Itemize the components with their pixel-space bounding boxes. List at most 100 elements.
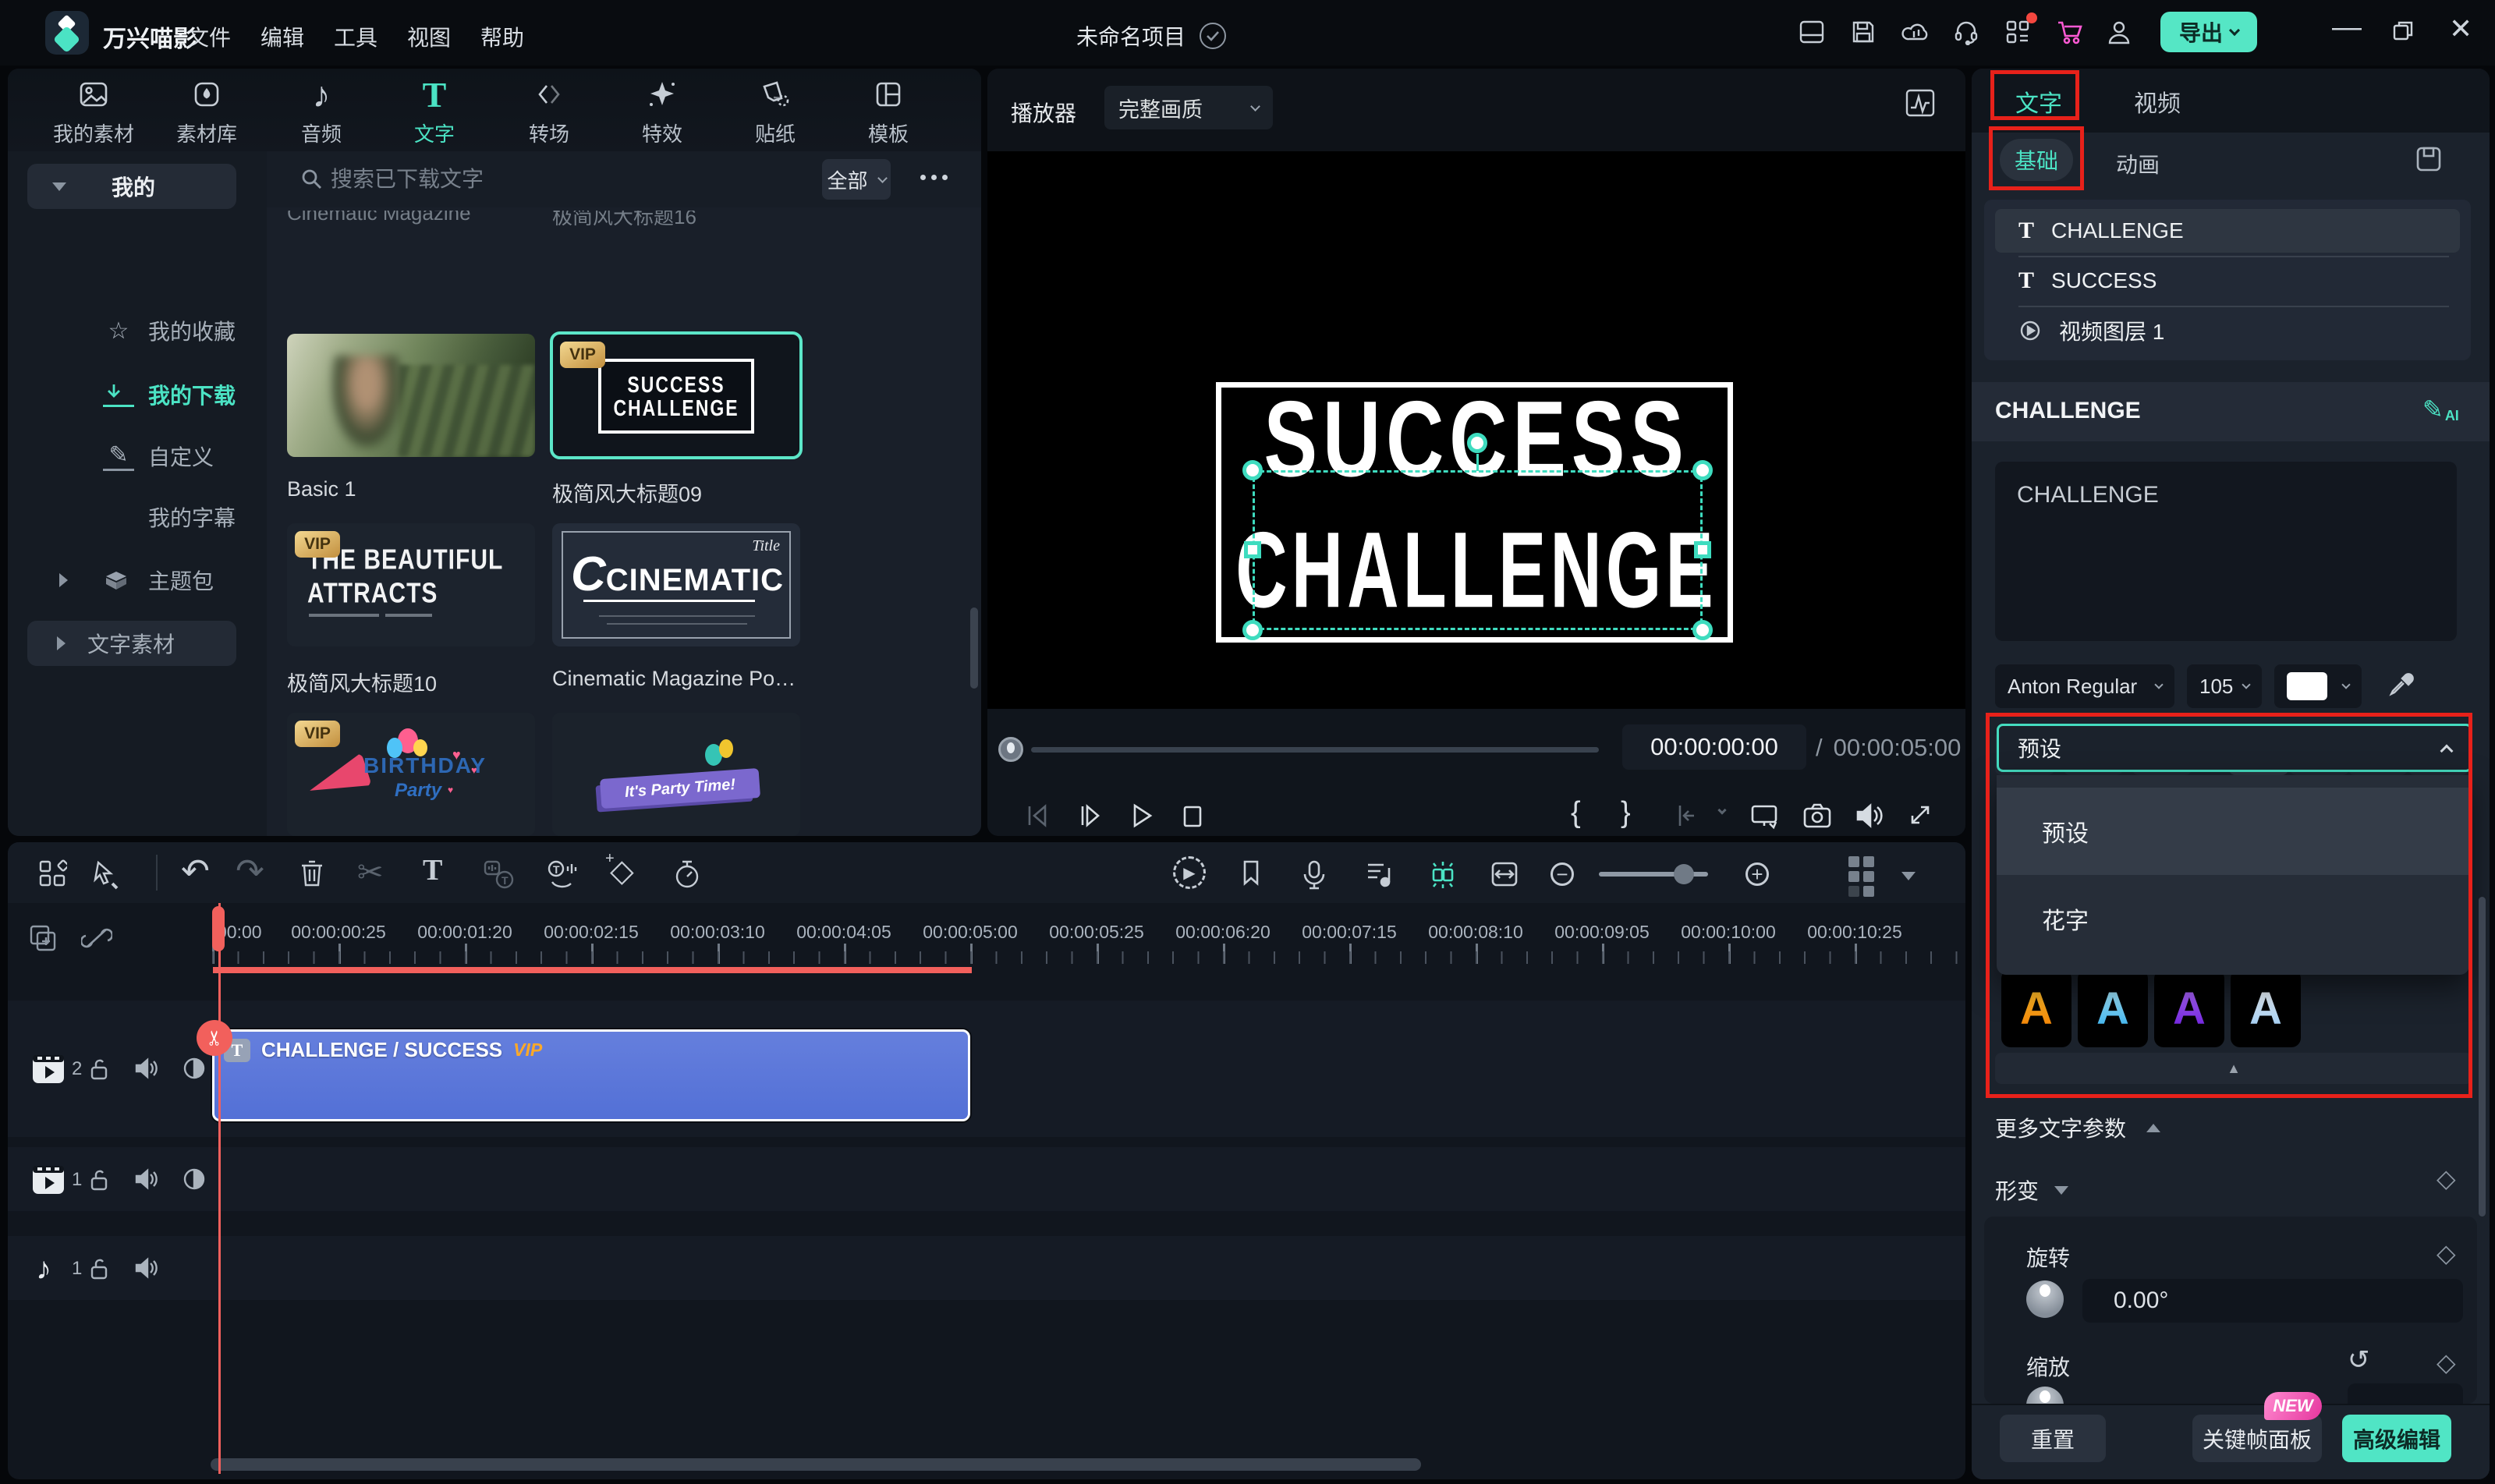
sidebar-group-my[interactable]: 我的 xyxy=(27,164,236,209)
more-options-icon[interactable] xyxy=(920,175,948,180)
card-minimal-title-10[interactable]: THE BEAUTIFULATTRACTS VIP xyxy=(287,523,535,646)
sidebar-item-theme-packs[interactable]: 主题包 xyxy=(8,558,267,602)
inspector-scrollbar[interactable] xyxy=(2479,897,2486,1217)
speech-to-text-icon[interactable]: T xyxy=(482,859,515,890)
marker-icon[interactable] xyxy=(1239,859,1263,890)
save-preset-icon[interactable] xyxy=(2413,143,2444,175)
volume-icon[interactable] xyxy=(1853,801,1884,831)
card-cinematic-magazine[interactable]: Title CCINEMATIC xyxy=(552,523,800,646)
user-account-icon[interactable] xyxy=(2106,19,2134,47)
redo-icon[interactable]: ↷ xyxy=(236,852,264,891)
add-track-icon[interactable] xyxy=(28,923,58,953)
export-button[interactable]: 导出 xyxy=(2160,12,2257,52)
font-family-dropdown[interactable]: Anton Regular xyxy=(1995,664,2174,708)
advanced-edit-button[interactable]: 高级编辑 xyxy=(2342,1415,2451,1462)
track-manager-icon[interactable] xyxy=(1848,856,1874,897)
tab-stickers[interactable]: 贴纸 xyxy=(725,76,826,148)
tab-audio[interactable]: ♪ 音频 xyxy=(271,76,372,148)
playhead-pin[interactable] xyxy=(212,906,225,951)
playhead-line[interactable] xyxy=(218,903,221,1474)
sidebar-item-my-subtitles[interactable]: 我的字幕 xyxy=(8,495,267,539)
filter-dropdown[interactable]: 全部 xyxy=(822,159,891,200)
sidebar-item-text-materials[interactable]: 文字素材 xyxy=(27,621,236,666)
sidebar-item-custom[interactable]: ✎ 自定义 xyxy=(8,434,267,478)
restore-button[interactable] xyxy=(2391,19,2415,42)
transform-section-toggle[interactable]: 形变 xyxy=(1995,1174,2466,1206)
tab-text-properties[interactable]: 文字 xyxy=(2015,84,2062,119)
track-lock-icon[interactable] xyxy=(87,1256,111,1281)
card-birthday-title-04[interactable]: ♥ ♥ ♥ BIRTHDAY Party VIP xyxy=(287,713,535,836)
subtab-basic[interactable]: 基础 xyxy=(2000,139,2073,181)
fullscreen-icon[interactable] xyxy=(1906,801,1934,829)
search-input[interactable] xyxy=(331,162,799,197)
split-scissors-icon[interactable]: ✂ xyxy=(357,855,384,891)
select-tool-icon[interactable] xyxy=(89,859,120,890)
tab-stock-media[interactable]: 素材库 xyxy=(156,76,257,148)
seek-track[interactable] xyxy=(1031,747,1599,753)
keyframe-panel-button[interactable]: 关键帧面板 xyxy=(2192,1415,2322,1462)
reset-button[interactable]: 重置 xyxy=(2000,1415,2106,1462)
menu-help[interactable]: 帮助 xyxy=(480,21,524,52)
support-headset-icon[interactable] xyxy=(1953,19,1981,47)
app-logo-icon[interactable] xyxy=(45,11,89,55)
preset-tile-pale-blue[interactable]: A xyxy=(2231,969,2301,1047)
panel-layout-icon[interactable] xyxy=(1799,19,1827,47)
card-minimal-title-09[interactable]: SUCCESS CHALLENGE VIP xyxy=(552,334,800,457)
stop-button[interactable] xyxy=(1178,801,1207,831)
preset-tile-purple[interactable]: A xyxy=(2154,969,2224,1047)
more-text-params-toggle[interactable]: 更多文字参数 xyxy=(1995,1112,2160,1143)
text-tool-icon[interactable]: T xyxy=(423,853,442,887)
fit-timeline-icon[interactable] xyxy=(1488,859,1521,890)
tab-templates[interactable]: 模板 xyxy=(838,76,939,148)
scale-knob-partial[interactable] xyxy=(2026,1387,2064,1404)
link-clips-icon[interactable] xyxy=(81,923,112,953)
save-icon[interactable] xyxy=(1850,19,1878,47)
apps-grid-icon[interactable] xyxy=(2004,19,2033,47)
track-mute-icon[interactable] xyxy=(133,1055,159,1082)
previous-frame-button[interactable] xyxy=(1023,801,1053,831)
undo-icon[interactable]: ↶ xyxy=(181,852,210,891)
rotate-keyframe-icon[interactable]: ◇ xyxy=(2437,1238,2456,1268)
record-voiceover-icon[interactable] xyxy=(1301,859,1327,891)
playhead-split-button[interactable]: ✂ xyxy=(197,1020,232,1056)
auto-ripple-icon[interactable] xyxy=(1426,859,1460,891)
zoom-in-button[interactable]: + xyxy=(1745,862,1769,886)
timeline-ruler[interactable]: 00:00 00:00:00:25 00:00:01:20 00:00:02:1… xyxy=(212,903,1965,973)
track-visibility-icon[interactable] xyxy=(181,1166,207,1192)
play-button[interactable] xyxy=(1126,801,1156,831)
tab-transitions[interactable]: 转场 xyxy=(498,76,600,148)
text-content-input[interactable]: CHALLENGE xyxy=(1995,462,2457,641)
snapshot-camera-icon[interactable] xyxy=(1802,801,1833,831)
timeline-clip-challenge-success[interactable]: T CHALLENGE / SUCCESS VIP xyxy=(212,1029,970,1121)
library-scrollbar[interactable] xyxy=(970,607,978,689)
speed-timer-icon[interactable] xyxy=(672,859,702,890)
seek-handle[interactable] xyxy=(998,737,1023,762)
store-cart-icon[interactable] xyxy=(2056,19,2084,47)
preset-option-fancy-text[interactable]: 花字 xyxy=(1997,875,2469,962)
mark-in-button[interactable]: { xyxy=(1571,796,1581,830)
render-preview-icon[interactable]: ▶ xyxy=(1173,856,1206,889)
menu-tools[interactable]: 工具 xyxy=(334,21,377,52)
preset-tile-orange[interactable]: A xyxy=(2001,969,2071,1047)
sidebar-item-downloads[interactable]: 我的下载 xyxy=(8,373,267,416)
zoom-out-button[interactable]: − xyxy=(1551,862,1574,886)
rotation-knob[interactable] xyxy=(2026,1280,2064,1318)
selection-handle-bl[interactable] xyxy=(1242,620,1263,640)
preset-tile-cyan[interactable]: A xyxy=(2078,969,2148,1047)
preset-collapse-button[interactable]: ▲ xyxy=(1995,1053,2472,1084)
current-timecode[interactable]: 00:00:00:00 xyxy=(1622,724,1806,770)
preset-option-preset[interactable]: 预设 xyxy=(1997,788,2469,875)
compare-view-icon[interactable] xyxy=(1749,801,1780,831)
selection-handle-tl[interactable] xyxy=(1242,460,1263,480)
menu-view[interactable]: 视图 xyxy=(407,21,451,52)
track-mute-icon[interactable] xyxy=(133,1255,159,1281)
rotation-value-input[interactable]: 0.00° xyxy=(2082,1279,2463,1323)
menu-file[interactable]: 文件 xyxy=(187,21,231,52)
track-lock-icon[interactable] xyxy=(87,1057,111,1082)
audio-mixer-icon[interactable] xyxy=(1363,859,1395,890)
timeline-zoom-slider[interactable] xyxy=(1599,872,1708,877)
selection-handle-left[interactable] xyxy=(1244,541,1261,558)
card-basic-1[interactable] xyxy=(287,334,535,457)
preview-canvas[interactable]: SUCCESS CHALLENGE xyxy=(987,151,1965,709)
menu-edit[interactable]: 编辑 xyxy=(260,21,304,52)
